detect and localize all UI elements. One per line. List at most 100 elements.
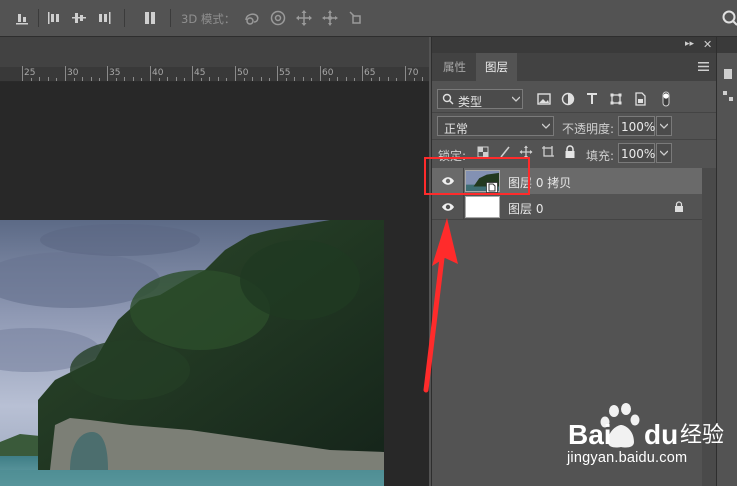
ruler-minor-tick (116, 78, 117, 81)
ruler-minor-tick (294, 77, 295, 81)
fill-slider-button[interactable] (656, 143, 672, 163)
panel-tab-bar: 属性 图层 (432, 53, 716, 81)
toolbar-separator (170, 9, 171, 27)
lock-artboard-icon[interactable] (541, 145, 555, 159)
ruler-minor-tick (99, 78, 100, 81)
ruler-minor-tick (371, 78, 372, 81)
search-icon[interactable] (721, 9, 737, 27)
type-layer-filter-icon[interactable] (584, 91, 600, 107)
ruler-tick-label: 35 (109, 68, 121, 78)
annotation-arrow (423, 218, 458, 393)
svg-text:经验: 经验 (680, 423, 724, 448)
scale-3d-icon[interactable] (347, 9, 365, 27)
search-icon (442, 93, 454, 105)
fill-field[interactable]: 100% (618, 143, 655, 163)
divider (432, 139, 716, 140)
shape-layer-filter-icon[interactable] (608, 91, 624, 107)
dock-tool-icon[interactable] (721, 67, 735, 81)
ruler-minor-tick (261, 77, 262, 81)
ruler-minor-tick (303, 77, 304, 81)
ruler-minor-tick (176, 77, 177, 81)
ruler-minor-tick (159, 78, 160, 81)
chevron-down-icon (660, 150, 668, 156)
ruler-tick-label: 55 (279, 68, 291, 78)
canvas-image[interactable] (0, 220, 384, 486)
ruler-minor-tick (167, 77, 168, 81)
ruler-tick-label: 65 (364, 68, 376, 78)
layer-filter-dropdown[interactable]: 类型 (437, 89, 523, 109)
opacity-slider-button[interactable] (656, 116, 672, 136)
ruler-minor-tick (39, 77, 40, 81)
toolbar-separator (124, 9, 125, 27)
slide-3d-icon[interactable] (321, 9, 339, 27)
chevron-down-icon (542, 123, 550, 129)
distribute-bottom-icon[interactable] (95, 9, 113, 27)
watermark-url: jingyan.baidu.com (567, 450, 688, 466)
distribute-vcenter-icon[interactable] (70, 9, 88, 27)
align-bottom-icon[interactable] (13, 9, 31, 27)
ruler-minor-tick (388, 77, 389, 81)
ruler-minor-tick (91, 77, 92, 81)
adjustment-layer-filter-icon[interactable] (560, 91, 576, 107)
ruler-major-tick (362, 66, 363, 81)
dock-tool-icon[interactable] (721, 89, 735, 103)
ruler-minor-tick (329, 78, 330, 81)
layer-name[interactable]: 图层 0 (508, 200, 543, 217)
drag-3d-icon[interactable] (295, 9, 313, 27)
ruler-minor-tick (141, 78, 142, 81)
ruler-minor-tick (124, 77, 125, 81)
distribute-top-icon[interactable] (45, 9, 63, 27)
ruler-tick-label: 30 (67, 68, 79, 78)
ruler-tick-label: 60 (322, 68, 334, 78)
auto-align-icon[interactable] (141, 9, 159, 27)
orbit-3d-icon[interactable] (243, 9, 261, 27)
highlight-box (424, 157, 530, 195)
layer-row[interactable]: 图层 0 (432, 194, 702, 220)
ruler-minor-tick (422, 77, 423, 81)
lock-icon[interactable] (674, 201, 684, 213)
ruler-minor-tick (82, 77, 83, 81)
panel-menu-icon[interactable] (698, 61, 709, 72)
ruler-minor-tick (269, 78, 270, 81)
smart-object-filter-icon[interactable] (632, 91, 648, 107)
ruler-major-tick (150, 66, 151, 81)
horizontal-ruler: 25 30 35 40 45 50 55 60 65 70 (0, 66, 440, 82)
layer-thumbnail[interactable] (465, 196, 500, 218)
ruler-major-tick (65, 66, 66, 81)
ruler-minor-tick (133, 77, 134, 81)
ruler-tick-label: 25 (24, 68, 36, 78)
ruler-minor-tick (209, 77, 210, 81)
ruler-minor-tick (56, 78, 57, 81)
tab-properties[interactable]: 属性 (434, 53, 475, 81)
ruler-tick-label: 40 (152, 68, 164, 78)
ruler-major-tick (235, 66, 236, 81)
opacity-field[interactable]: 100% (618, 116, 655, 136)
ruler-major-tick (405, 66, 406, 81)
panel-header-bar[interactable]: ▸▸ ✕ (432, 37, 716, 53)
filter-toggle-switch[interactable] (660, 91, 672, 107)
ruler-minor-tick (74, 78, 75, 81)
ruler-minor-tick (31, 78, 32, 81)
roll-3d-icon[interactable] (269, 9, 287, 27)
lock-all-icon[interactable] (563, 145, 577, 159)
close-icon[interactable]: ✕ (703, 38, 712, 51)
ruler-minor-tick (414, 78, 415, 81)
opacity-label: 不透明度: (562, 122, 615, 136)
pixel-layer-filter-icon[interactable] (536, 91, 552, 107)
ruler-tick-label: 50 (237, 68, 249, 78)
toolbar-separator (38, 9, 39, 27)
tab-layers[interactable]: 图层 (476, 53, 517, 81)
chevron-down-icon (660, 123, 668, 129)
ruler-minor-tick (226, 78, 227, 81)
layer-filter-label: 类型 (458, 95, 483, 109)
ruler-major-tick (277, 66, 278, 81)
ruler-tick-label: 70 (407, 68, 419, 78)
svg-text:Bai: Bai (568, 419, 612, 450)
ruler-minor-tick (48, 77, 49, 81)
ruler-major-tick (192, 66, 193, 81)
ruler-major-tick (107, 66, 108, 81)
visibility-eye-icon[interactable] (441, 201, 455, 213)
baidu-jingyan-logo: Bai du 经验 (568, 403, 724, 450)
collapse-panel-icon[interactable]: ▸▸ (685, 39, 694, 49)
blend-mode-dropdown[interactable]: 正常 (437, 116, 554, 136)
